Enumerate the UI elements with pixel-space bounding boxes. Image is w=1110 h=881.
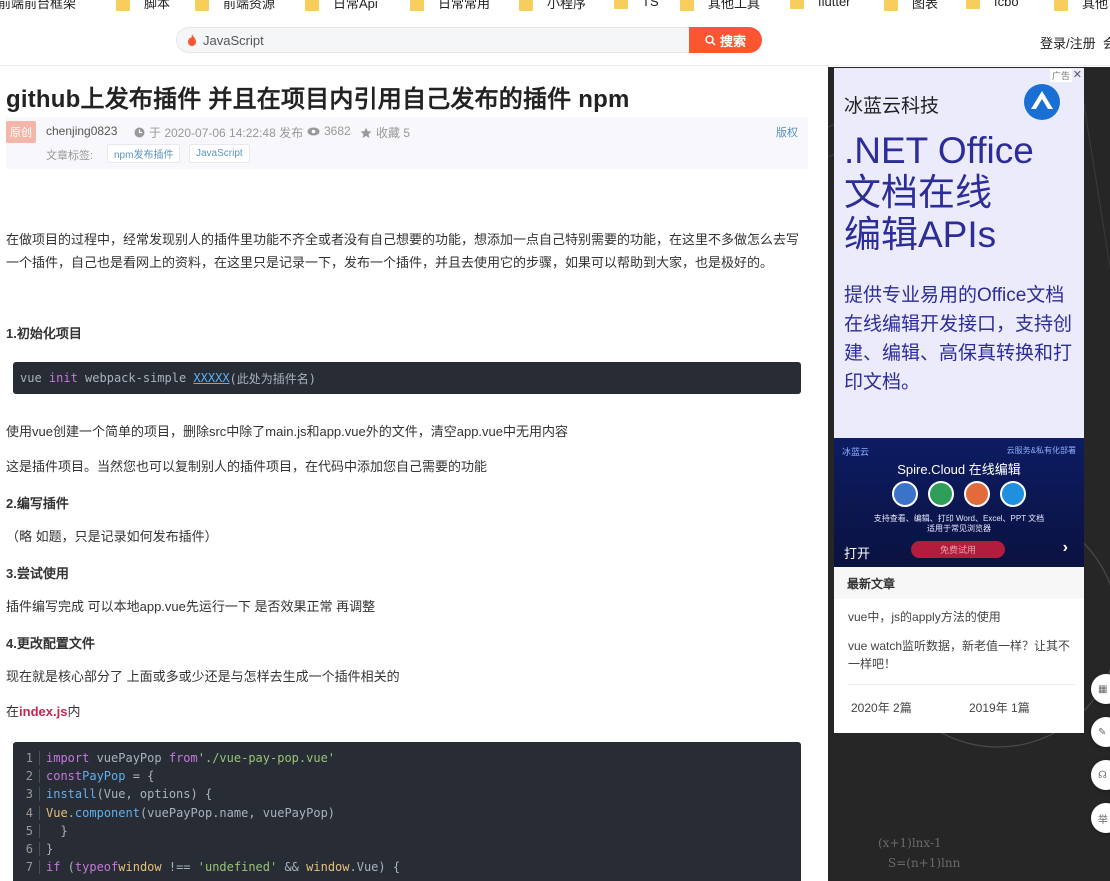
folder-icon [884, 0, 898, 11]
section-heading: 4.更改配置文件 [6, 636, 95, 651]
search-button[interactable]: 搜索 [689, 27, 762, 53]
article-content: github上发布插件 并且在项目内引用自己发布的插件 npm 原创 chenj… [0, 67, 828, 881]
bookmark-item[interactable]: TS [614, 0, 659, 9]
folder-icon [305, 0, 319, 11]
ad-banner-brand: 冰蓝云 [842, 447, 870, 457]
bookmark-item[interactable]: 日常Api [305, 0, 378, 12]
code-block-command: vue init webpack-simple XXXXX (此处为插件名) [13, 362, 801, 394]
eye-icon [307, 127, 320, 135]
folder-icon [410, 0, 424, 11]
archive-link[interactable]: 2020年 2篇 [851, 699, 912, 716]
bookmarks-bar: 前端前台框架 脚本 前端资源 日常Api 日常常用 小程序 TS 其他工具 fl… [0, 0, 1110, 16]
site-header: JavaScript 搜索 登录/注册 会 [0, 16, 1110, 66]
chevron-right-icon[interactable]: › [1063, 539, 1068, 557]
folder-icon [680, 0, 694, 11]
ad-banner-subtitle: 支持查看、编辑、打印 Word、Excel、PPT 文档 适用于常见浏览器 [873, 514, 1045, 533]
folder-icon [519, 0, 533, 11]
article-meta: 原创 chenjing0823 于 2020-07-06 14:22:48 发布… [6, 117, 808, 169]
folder-icon [790, 0, 804, 9]
folder-icon [966, 0, 980, 9]
ad-app-icons [892, 481, 1026, 507]
copyright-link[interactable]: 版权 [776, 124, 798, 140]
login-link[interactable]: 登录/注册 会 [1040, 33, 1110, 52]
code-block-index-js: 1 import vuePayPop from './vue-pay-pop.vu… [13, 742, 801, 881]
section-heading: 3.尝试使用 [6, 566, 69, 581]
paragraph: 这是插件项目。当然您也可以复制别人的插件项目，在代码中添加您自己需要的功能 [6, 459, 488, 474]
ad-trial-button[interactable]: 免费试用 [911, 541, 1005, 558]
view-count: 3682 [307, 124, 351, 138]
latest-articles: 最新文章 vue中，js的apply方法的使用 vue watch监听数据，新老… [834, 567, 1084, 733]
paragraph: 插件编写完成 可以本地app.vue先运行一下 是否效果正常 再调整 [6, 599, 376, 614]
paragraph: 使用vue创建一个简单的项目，删除src中除了main.js和app.vue外的… [6, 424, 568, 439]
bookmark-item[interactable]: 前端资源 [195, 0, 275, 12]
clock-icon [134, 127, 145, 138]
latest-article-link[interactable]: vue中，js的apply方法的使用 [848, 608, 1076, 626]
bookmark-item[interactable]: flutter [790, 0, 851, 9]
ad-brand: 冰蓝云科技 [844, 96, 940, 117]
archive-link[interactable]: 2019年 1篇 [969, 699, 1030, 716]
star-icon [360, 127, 372, 138]
bookmark-item[interactable]: 日常常用 [410, 0, 490, 12]
tag-npm[interactable]: npm发布插件 [107, 144, 181, 163]
ad-open-link[interactable]: 打开 [844, 543, 870, 562]
author-link[interactable]: chenjing0823 [46, 124, 117, 138]
folder-icon [116, 0, 130, 11]
folder-icon [614, 0, 628, 9]
presentation-icon [964, 481, 990, 507]
paragraph: （略 如题，只是记录如何发布插件） [6, 529, 218, 544]
document-icon [892, 481, 918, 507]
ad-banner[interactable]: 冰蓝云 云服务&私有化部署 Spire.Cloud 在线编辑 支持查看、编辑、打… [834, 438, 1084, 567]
section-heading: 1.初始化项目 [6, 326, 82, 341]
svg-text:S=(n+1)lnn: S=(n+1)lnn [888, 856, 961, 870]
tags-label: 文章标签: [46, 150, 94, 162]
paragraph: 现在就是核心部分了 上面或多或少还是与怎样去生成一个插件相关的 [6, 669, 400, 684]
spreadsheet-icon [928, 481, 954, 507]
bookmark-item[interactable]: 前端前台框架 [0, 0, 76, 12]
latest-heading: 最新文章 [834, 567, 1084, 599]
brand-logo-icon [1024, 84, 1060, 120]
folder-icon [1054, 0, 1068, 11]
ad-heading: .NET Office 文档在线 编辑APIs [844, 130, 1034, 255]
section-heading: 2.编写插件 [6, 496, 69, 511]
ad-label: 广告 [1049, 69, 1072, 82]
svg-text:(x+1)lnx-1: (x+1)lnx-1 [878, 836, 942, 850]
folder-icon [195, 0, 209, 11]
publish-date: 于 2020-07-06 14:22:48 发布 [134, 124, 303, 141]
divider [848, 684, 1076, 685]
search-icon [705, 34, 716, 46]
bookmark-item[interactable]: 图表 [884, 0, 938, 12]
paragraph: 在index.js内 [6, 704, 81, 719]
intro-paragraph: 在做项目的过程中，经常发现别人的插件里功能不齐全或者没有自己想要的功能，想添加一… [6, 232, 800, 270]
article-title: github上发布插件 并且在项目内引用自己发布的插件 npm [6, 86, 630, 113]
ad-banner-tagline: 云服务&私有化部署 [1006, 446, 1076, 455]
favorite-button[interactable]: 收藏 5 [360, 124, 410, 141]
original-badge: 原创 [6, 121, 36, 143]
fire-icon [188, 34, 196, 46]
ad-banner-title: Spire.Cloud 在线编辑 [897, 462, 1021, 477]
cloud-icon [1000, 481, 1026, 507]
bookmark-item[interactable]: 小程序 [519, 0, 586, 12]
bookmark-item[interactable]: fcbo [966, 0, 1019, 9]
bookmark-item[interactable]: 其他 [1054, 0, 1108, 12]
ad-description: 提供专业易用的Office文档在线编辑开发接口，支持创建、编辑、高保真转换和打印… [844, 285, 1073, 393]
latest-article-link[interactable]: vue watch监听数据，新老值一样？让其不一样吧！ [848, 637, 1076, 673]
bookmark-item[interactable]: 脚本 [116, 0, 170, 12]
advertisement[interactable]: 广告 ✕ 冰蓝云科技 .NET Office 文档在线 编辑APIs 提供专业易… [834, 68, 1084, 567]
bookmark-item[interactable]: 其他工具 [680, 0, 760, 12]
close-icon[interactable]: ✕ [1073, 68, 1082, 81]
tag-javascript[interactable]: JavaScript [189, 144, 250, 163]
search-input[interactable]: JavaScript [176, 27, 690, 53]
